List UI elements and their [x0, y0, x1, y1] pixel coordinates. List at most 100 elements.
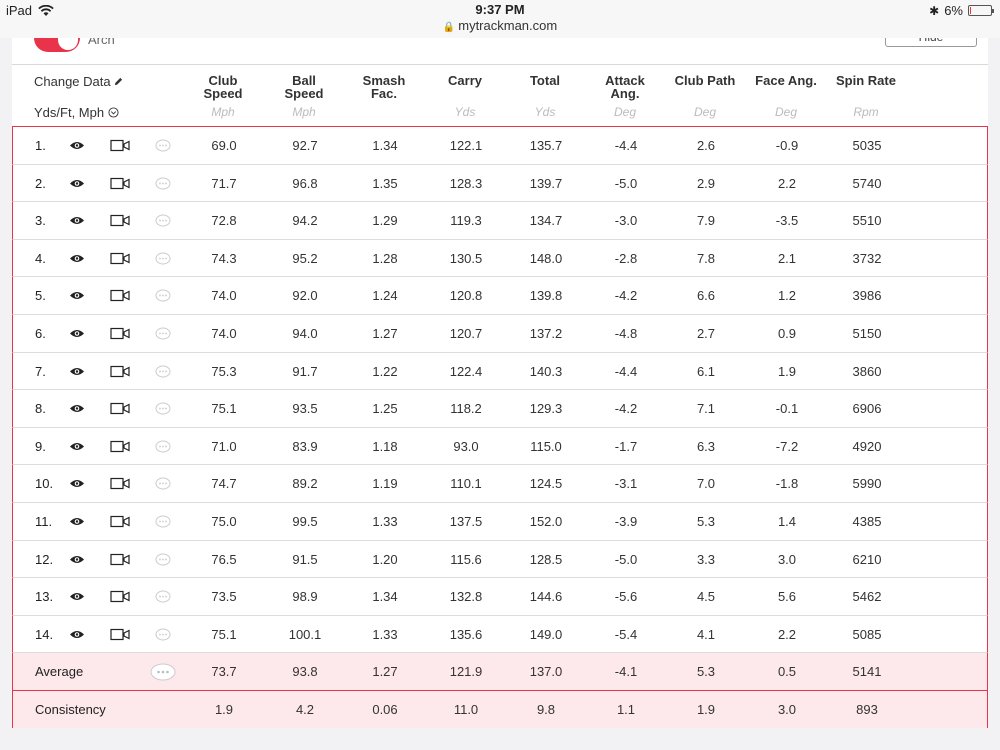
column-header-6[interactable]: Club Path: [660, 74, 750, 100]
summary-cell: 0.5: [777, 664, 797, 680]
eye-icon[interactable]: [69, 252, 85, 265]
comment-icon[interactable]: [155, 139, 171, 152]
table-row[interactable]: 10. 74.7 89.2 1.19 110.1 124.5 -3.1 7.0 -1.8 5990: [12, 465, 988, 503]
eye-icon[interactable]: [69, 289, 85, 302]
table-cell: 74.0: [211, 325, 237, 341]
eye-icon[interactable]: [69, 327, 85, 340]
table-row[interactable]: 12. 76.5 91.5 1.20 115.6 128.5 -5.0 3.3 3.0 6210: [12, 540, 988, 579]
table-row[interactable]: 6. 74.0 94.0 1.27 120.7 137.2 -4.8 2.7 0.9 5150: [12, 314, 988, 353]
table-cell: 122.1: [449, 138, 483, 153]
video-camera-icon[interactable]: [110, 440, 130, 453]
table-row[interactable]: 5. 74.0 92.0 1.24 120.8 139.8 -4.2 6.6 1.2 3986: [12, 277, 988, 315]
column-header-4[interactable]: Total: [500, 74, 590, 100]
eye-icon[interactable]: [69, 214, 85, 227]
eye-icon[interactable]: [69, 553, 85, 566]
url-bar[interactable]: 🔒 mytrackman.com: [0, 18, 1000, 38]
table-row[interactable]: 1. 69.0 92.7 1.34 122.1 135.7 -4.4 2.6 -0.9 5035: [12, 127, 988, 165]
comment-icon[interactable]: [155, 402, 171, 415]
video-camera-icon[interactable]: [110, 402, 130, 415]
table-cell: 1.33: [372, 626, 398, 642]
table-cell: 91.5: [292, 551, 318, 567]
column-header-5[interactable]: Attack Ang.: [580, 74, 670, 100]
comment-icon[interactable]: [155, 289, 171, 302]
table-cell: 93.0: [453, 438, 479, 454]
table-row[interactable]: 4. 74.3 95.2 1.28 130.5 148.0 -2.8 7.8 2.1 3732: [12, 239, 988, 278]
column-unit: Deg: [693, 105, 716, 119]
table-row[interactable]: 9. 71.0 83.9 1.18 93.0 115.0 -1.7 6.3 -7.2 4920: [12, 427, 988, 466]
column-header-2[interactable]: Smash Fac.: [339, 74, 429, 100]
change-data-button[interactable]: Change Data: [34, 74, 123, 89]
lock-icon: 🔒: [442, 22, 456, 33]
video-camera-icon[interactable]: [110, 515, 130, 528]
eye-icon[interactable]: [69, 477, 85, 490]
comment-icon[interactable]: [150, 663, 176, 681]
table-row[interactable]: 11. 75.0 99.5 1.33 137.5 152.0 -3.9 5.3 1.4 4385: [12, 502, 988, 541]
summary-row-1: Consistency 1.9 4.2 0.06 11.0 9.8 1.1 1.9 3.0 893: [12, 690, 988, 729]
column-unit: Deg: [613, 105, 636, 119]
table-row[interactable]: 13. 73.5 98.9 1.34 132.8 144.6 -5.6 4.5 5.6 5462: [12, 578, 988, 616]
table-row[interactable]: 7. 75.3 91.7 1.22 122.4 140.3 -4.4 6.1 1.9 3860: [12, 352, 988, 391]
column-header-3[interactable]: Carry: [420, 74, 510, 100]
shot-number: 9.: [35, 438, 46, 454]
eye-icon[interactable]: [69, 590, 85, 603]
units-selector[interactable]: Yds/Ft, Mph: [34, 105, 119, 120]
video-camera-icon[interactable]: [110, 628, 130, 641]
shot-number: 6.: [35, 325, 46, 341]
video-camera-icon[interactable]: [110, 327, 130, 340]
table-row[interactable]: 3. 72.8 94.2 1.29 119.3 134.7 -3.0 7.9 -3.5 5510: [12, 202, 988, 240]
table-cell: 137.5: [449, 513, 483, 529]
eye-icon[interactable]: [69, 177, 85, 190]
eye-icon[interactable]: [69, 139, 85, 152]
video-camera-icon[interactable]: [110, 477, 130, 490]
comment-icon[interactable]: [155, 214, 171, 227]
comment-icon[interactable]: [155, 440, 171, 453]
eye-icon[interactable]: [69, 440, 85, 453]
video-camera-icon[interactable]: [110, 590, 130, 603]
column-header-7[interactable]: Face Ang.: [741, 74, 831, 100]
table-row[interactable]: 14. 75.1 100.1 1.33 135.6 149.0 -5.4 4.1 2.2 5085: [12, 615, 988, 654]
video-camera-icon[interactable]: [110, 365, 130, 378]
column-header-0[interactable]: Club Speed: [178, 74, 268, 100]
video-camera-icon[interactable]: [110, 289, 130, 302]
eye-icon[interactable]: [69, 365, 85, 378]
eye-icon[interactable]: [69, 628, 85, 641]
comment-icon[interactable]: [155, 252, 171, 265]
comment-icon[interactable]: [155, 177, 171, 190]
shot-number: 2.: [35, 175, 46, 191]
table-cell: 75.0: [211, 513, 237, 529]
table-cell: 2.2: [777, 626, 797, 642]
comment-icon[interactable]: [155, 590, 171, 603]
column-header-8[interactable]: Spin Rate: [821, 74, 911, 100]
table-cell: 4.5: [696, 589, 716, 605]
comment-icon[interactable]: [155, 553, 171, 566]
comment-icon[interactable]: [155, 477, 171, 490]
page-bottom: [0, 728, 1000, 750]
table-cell: 110.1: [450, 476, 482, 492]
table-cell: 72.8: [211, 213, 237, 229]
table-cell: 130.5: [449, 250, 483, 266]
summary-cell: 5.3: [696, 664, 716, 680]
video-camera-icon[interactable]: [110, 177, 130, 190]
summary-cell: 1.27: [372, 664, 398, 680]
comment-icon[interactable]: [155, 628, 171, 641]
arch-toggle[interactable]: [34, 38, 80, 52]
video-camera-icon[interactable]: [110, 139, 130, 152]
video-camera-icon[interactable]: [110, 553, 130, 566]
table-cell: 1.28: [372, 250, 398, 266]
table-cell: 7.9: [696, 213, 716, 229]
shot-number: 8.: [35, 401, 46, 417]
eye-icon[interactable]: [69, 402, 85, 415]
hide-button[interactable]: Hide: [885, 38, 977, 47]
video-camera-icon[interactable]: [110, 252, 130, 265]
comment-icon[interactable]: [155, 327, 171, 340]
eye-icon[interactable]: [69, 515, 85, 528]
video-camera-icon[interactable]: [110, 214, 130, 227]
table-row[interactable]: 2. 71.7 96.8 1.35 128.3 139.7 -5.0 2.9 2.2 5740: [12, 164, 988, 203]
table-cell: 148.0: [529, 250, 563, 266]
table-cell: 95.2: [292, 250, 318, 266]
table-row[interactable]: 8. 75.1 93.5 1.25 118.2 129.3 -4.2 7.1 -0.1 6906: [12, 390, 988, 428]
comment-icon[interactable]: [155, 515, 171, 528]
column-header-1[interactable]: Ball Speed: [259, 74, 349, 100]
comment-icon[interactable]: [155, 365, 171, 378]
table-cell: 92.0: [292, 288, 318, 304]
